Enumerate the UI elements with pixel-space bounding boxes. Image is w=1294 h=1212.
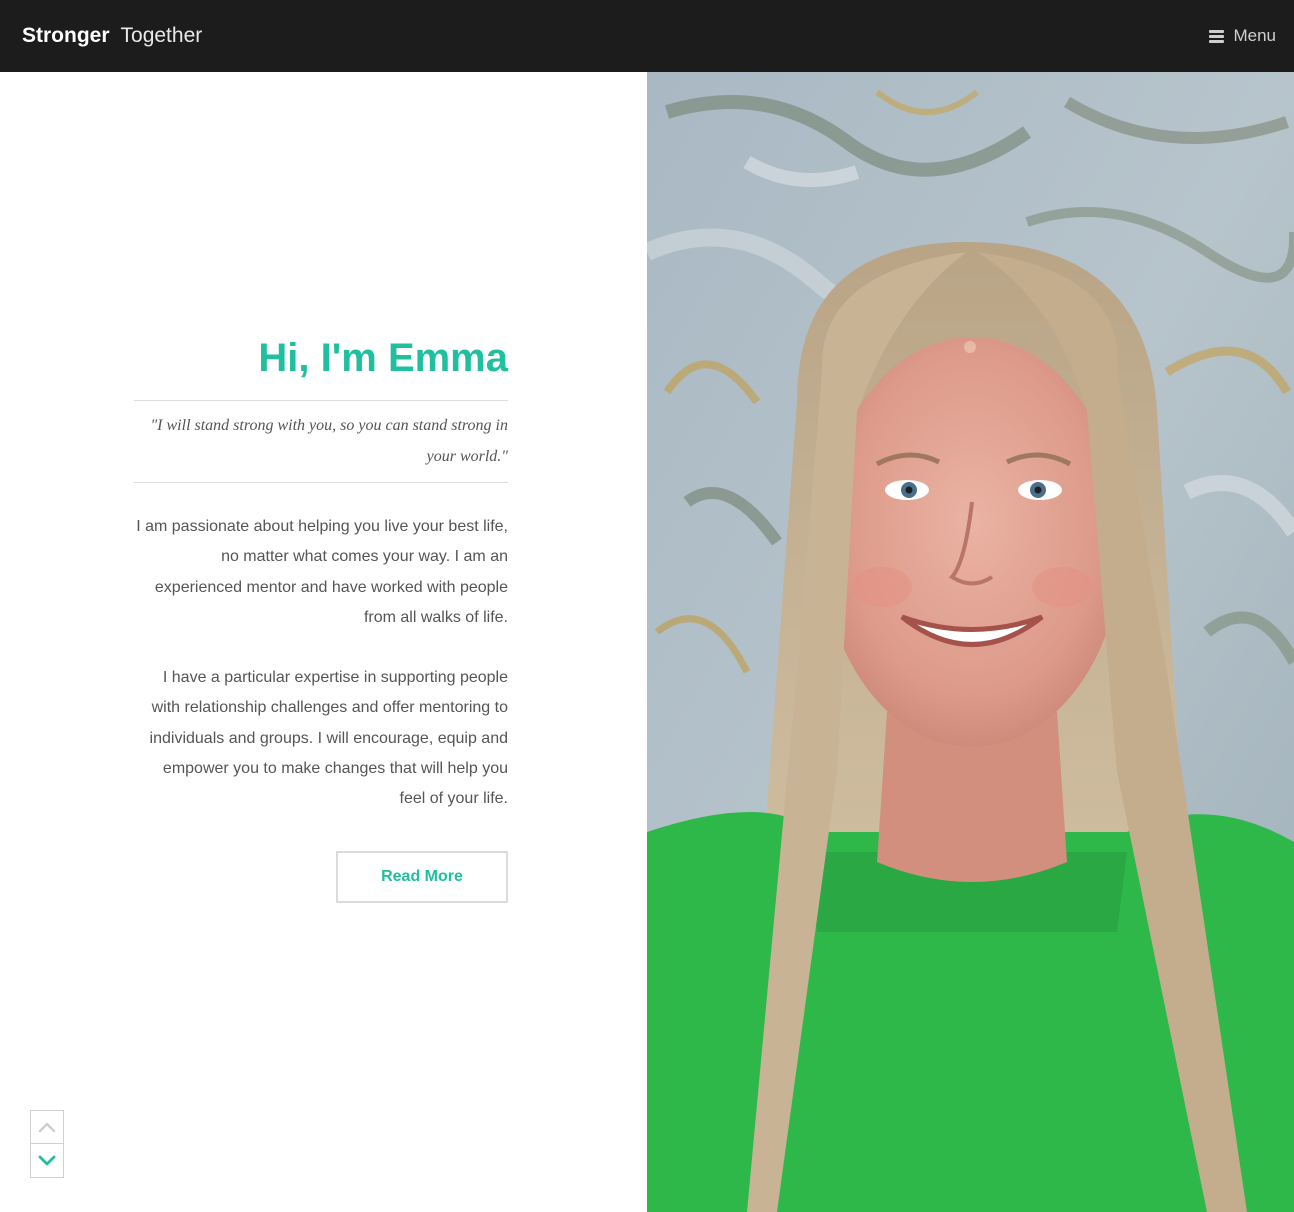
top-navigation-bar: Stronger Together Menu: [0, 0, 1294, 72]
chevron-up-icon: [38, 1122, 56, 1133]
scroll-down-button[interactable]: [30, 1144, 64, 1178]
intro-paragraph-2: I have a particular expertise in support…: [149, 669, 508, 808]
portrait-photo: [647, 72, 1294, 1212]
chevron-down-icon: [38, 1155, 56, 1165]
brand-name-bold: Stronger: [22, 24, 110, 47]
page-title: Hi, I'm Emma: [258, 336, 508, 380]
intro-paragraph-1: I am passionate about helping you live y…: [136, 518, 508, 626]
menu-button[interactable]: Menu: [1209, 26, 1276, 46]
intro-content: Hi, I'm Emma "I will stand strong with y…: [134, 334, 508, 903]
mission-quote: "I will stand strong with you, so you ca…: [134, 400, 508, 483]
intro-section: Hi, I'm Emma "I will stand strong with y…: [0, 72, 647, 1212]
menu-label: Menu: [1233, 26, 1276, 45]
scroll-up-button[interactable]: [30, 1110, 64, 1144]
section-nav-arrows: [30, 1110, 64, 1178]
brand-name-light: Together: [120, 24, 203, 47]
site-logo[interactable]: Stronger Together: [22, 24, 202, 48]
hamburger-icon: [1209, 29, 1225, 43]
read-more-button[interactable]: Read More: [336, 850, 508, 903]
portrait-illustration: [647, 72, 1294, 1212]
